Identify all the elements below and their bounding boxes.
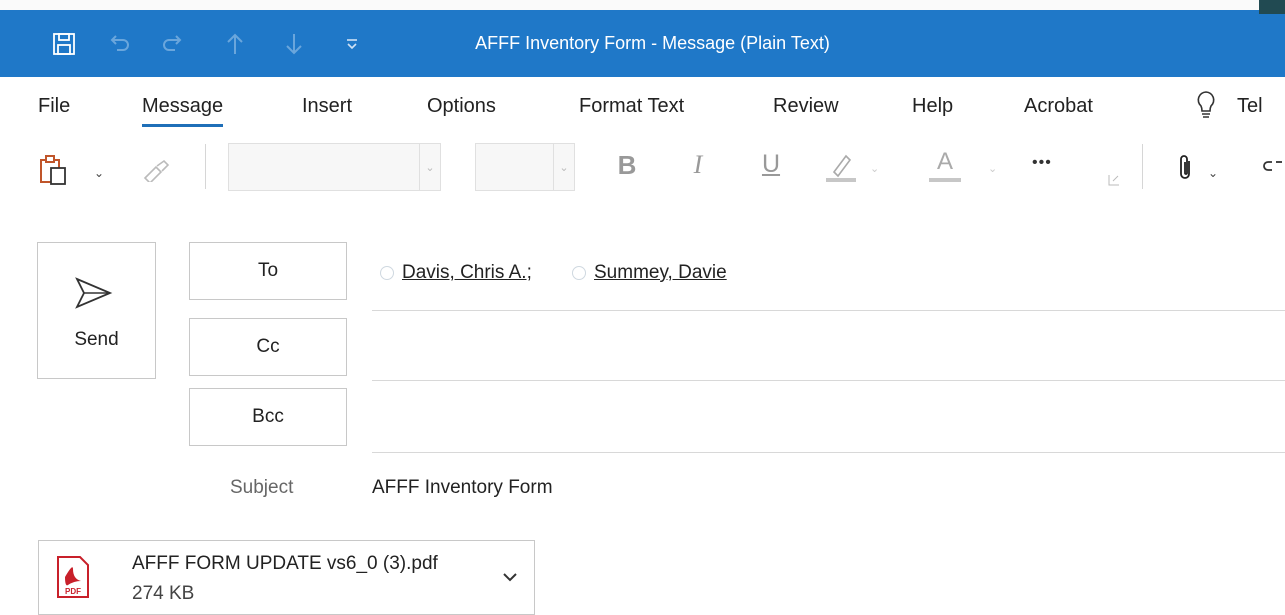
ribbon-tabs: File Message Insert Options Format Text …: [0, 77, 1285, 132]
tab-options[interactable]: Options: [427, 95, 496, 118]
chevron-down-icon[interactable]: ⌄: [988, 162, 997, 175]
cc-field[interactable]: [372, 320, 1285, 380]
presence-icon: [380, 266, 394, 280]
presence-icon: [572, 266, 586, 280]
paste-dropdown-icon[interactable]: ⌄: [94, 166, 104, 180]
chevron-down-icon[interactable]: ⌄: [553, 144, 574, 190]
italic-button[interactable]: I: [688, 150, 708, 180]
to-label: To: [257, 260, 279, 281]
lightbulb-icon[interactable]: [1195, 89, 1217, 119]
tab-file[interactable]: File: [38, 95, 70, 118]
tell-me-search[interactable]: Tel: [1237, 95, 1263, 118]
tab-review[interactable]: Review: [773, 95, 839, 118]
attach-file-icon[interactable]: [1176, 152, 1194, 182]
bcc-label: Bcc: [252, 406, 284, 427]
attachment-name: AFFF FORM UPDATE vs6_0 (3).pdf: [132, 553, 438, 574]
font-color-swatch: [929, 178, 961, 182]
font-name-combobox[interactable]: ⌄: [228, 143, 441, 191]
subject-input[interactable]: AFFF Inventory Form: [372, 477, 553, 499]
bcc-field[interactable]: [372, 390, 1285, 450]
cc-button[interactable]: Cc: [189, 318, 347, 376]
pdf-icon-label: PDF: [65, 587, 81, 596]
pdf-file-icon: PDF: [57, 556, 89, 598]
tab-acrobat[interactable]: Acrobat: [1024, 95, 1093, 118]
chevron-down-icon[interactable]: ⌄: [870, 162, 879, 175]
bold-button[interactable]: B: [615, 150, 639, 181]
underline-button[interactable]: U: [760, 150, 782, 179]
toolbar-divider: [1142, 144, 1143, 189]
to-button[interactable]: To: [189, 242, 347, 300]
cc-label: Cc: [256, 336, 280, 357]
tab-format-text[interactable]: Format Text: [579, 95, 684, 118]
attachment-card[interactable]: PDF AFFF FORM UPDATE vs6_0 (3).pdf 274 K…: [38, 540, 535, 615]
font-size-combobox[interactable]: ⌄: [475, 143, 575, 191]
send-icon: [75, 277, 113, 309]
bcc-field-underline: [372, 452, 1285, 453]
subject-label: Subject: [230, 477, 294, 498]
font-color-button[interactable]: A: [928, 150, 962, 182]
chevron-down-icon[interactable]: ⌄: [419, 144, 440, 190]
window-title: AFFF Inventory Form - Message (Plain Tex…: [475, 33, 830, 53]
attachment-size: 274 KB: [132, 583, 195, 604]
format-painter-icon[interactable]: [142, 158, 170, 182]
tab-message[interactable]: Message: [142, 95, 224, 127]
recipient-chip[interactable]: Davis, Chris A.;: [402, 262, 532, 284]
font-color-letter: A: [936, 148, 953, 175]
chevron-down-icon[interactable]: ⌄: [1208, 166, 1218, 180]
link-icon[interactable]: [1262, 156, 1285, 176]
recipient-chip[interactable]: Summey, Davie: [594, 262, 727, 284]
toolbar-divider: [205, 144, 206, 189]
window-top-edge: [0, 0, 1285, 10]
ribbon-toolbar: ⌄ ⌄ ⌄ B I U ⌄ A ⌄ ••• ⌄: [0, 132, 1285, 202]
paste-icon[interactable]: [38, 154, 68, 186]
send-button[interactable]: Send: [37, 242, 156, 379]
tab-insert[interactable]: Insert: [302, 95, 352, 118]
bcc-button[interactable]: Bcc: [189, 388, 347, 446]
dialog-launcher-icon[interactable]: [1108, 174, 1120, 186]
more-options-button[interactable]: •••: [1032, 154, 1052, 172]
window-corner: [1259, 0, 1285, 14]
to-field-underline: [372, 310, 1285, 311]
tab-help[interactable]: Help: [912, 95, 953, 118]
highlight-icon[interactable]: [822, 150, 862, 184]
cc-field-underline: [372, 380, 1285, 381]
send-label: Send: [74, 329, 119, 350]
attachment-chevron-down-icon[interactable]: [502, 569, 518, 587]
